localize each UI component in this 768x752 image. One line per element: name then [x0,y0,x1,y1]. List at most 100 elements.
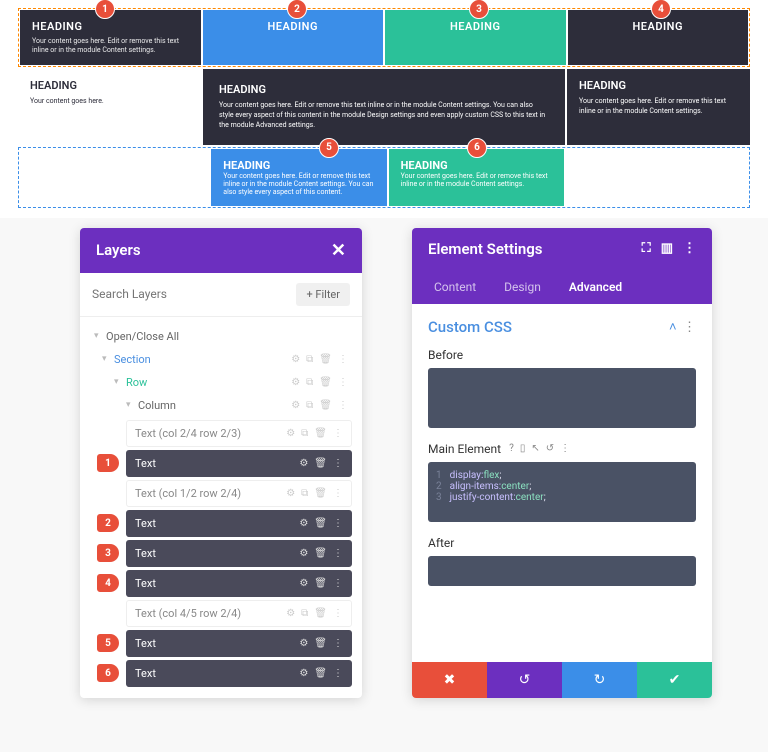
grid-cell-right[interactable]: HEADINGYour content goes here. Edit or r… [567,69,750,144]
trash-icon: 🗑 [319,377,332,388]
row-actions[interactable]: ⚙🗑⋮ [299,548,343,559]
chevron-up-icon[interactable]: ˄ [669,320,677,335]
text-item[interactable]: 6Text⚙🗑⋮ [126,660,352,687]
body-text: Your content goes here. Edit or remove t… [32,37,189,55]
tab-design[interactable]: Design [490,270,555,304]
redo-button[interactable]: ↻ [562,662,637,698]
row-actions[interactable]: ⚙⧉🗑⋮ [291,354,348,365]
row-actions[interactable]: ⚙🗑⋮ [299,638,343,649]
column-icon[interactable]: ▥ [661,241,673,256]
more-icon: ⋮ [333,458,343,469]
tree-section[interactable]: ▾Section⚙⧉🗑⋮ [90,348,352,371]
panel-title: Layers [96,241,141,259]
more-icon: ⋮ [338,400,348,411]
tree-row[interactable]: ▾Row⚙⧉🗑⋮ [90,371,352,394]
main-code-box[interactable]: 1display:flex; 2align-items:center; 3jus… [428,462,696,522]
heading: HEADING [219,83,549,96]
body-text: Your content goes here. Edit or remove t… [401,172,552,188]
mobile-icon[interactable]: ▯ [520,443,526,454]
text-item[interactable]: Text (col 4/5 row 2/4)⚙⧉🗑⋮ [126,600,352,627]
after-code-box[interactable] [428,556,696,586]
more-icon: ⋮ [333,428,343,439]
row-actions[interactable]: ⚙ 🗑 ⋮ [299,668,343,679]
text-item[interactable]: 1Text⚙🗑⋮ [126,450,352,477]
more-icon: ⋮ [338,377,348,388]
row-actions[interactable]: ⚙⧉🗑⋮ [286,608,343,619]
undo-button[interactable]: ↺ [487,662,562,698]
help-icon[interactable]: ? [509,443,514,454]
expand-icon[interactable]: ⛶ [642,241,651,256]
hover-icon[interactable]: ↖ [531,443,539,454]
gear-icon: ⚙ [299,638,308,649]
gear-icon: ⚙ [299,668,308,679]
body-text: Your content goes here. Edit or remove t… [223,172,374,196]
row-actions[interactable]: ⚙⧉🗑⋮ [286,428,343,439]
before-code-box[interactable] [428,368,696,428]
more-icon[interactable]: ⋮ [560,443,570,454]
more-icon[interactable]: ⋮ [683,320,696,335]
grid-cell-left[interactable]: HEADINGYour content goes here. [18,69,201,144]
tab-advanced[interactable]: Advanced [555,270,636,304]
copy-icon: ⧉ [301,428,308,439]
action-bar: ✖ ↺ ↻ ✔ [412,662,712,698]
text-item[interactable]: 5Text⚙🗑⋮ [126,630,352,657]
more-icon: ⋮ [333,578,343,589]
heading: HEADING [580,20,737,33]
cancel-button[interactable]: ✖ [412,662,487,698]
item-label: Text [135,577,299,590]
css-section-header[interactable]: Custom CSS ˄ ⋮ [428,318,696,336]
row-badge: 6 [97,664,119,682]
css-body: Custom CSS ˄ ⋮ Before Main Element ? ▯ ↖… [412,304,712,614]
save-button[interactable]: ✔ [637,662,712,698]
more-icon: ⋮ [333,548,343,559]
gear-icon: ⚙ [299,548,308,559]
row-actions[interactable]: ⚙⧉🗑⋮ [291,400,348,411]
copy-icon: ⧉ [306,400,313,411]
search-row: + Filter [80,273,362,317]
gear-icon: ⚙ [286,428,295,439]
reset-icon[interactable]: ↺ [546,443,554,454]
annotation-badge-1: 1 [95,0,115,19]
copy-icon: ⧉ [301,608,308,619]
heading: HEADING [30,79,189,92]
trash-icon: 🗑 [314,488,327,499]
layers-header: Layers ✕ [80,228,362,273]
before-label: Before [428,348,696,362]
row-actions[interactable]: ⚙🗑⋮ [299,518,343,529]
text-item[interactable]: Text (col 1/2 row 2/4)⚙⧉🗑⋮ [126,480,352,507]
text-item[interactable]: Text (col 2/4 row 2/3)⚙⧉🗑⋮ [126,420,352,447]
gear-icon: ⚙ [291,377,300,388]
row-badge: 1 [97,454,119,472]
tree-column[interactable]: ▾Column⚙⧉🗑⋮ [90,394,352,417]
row-actions[interactable]: ⚙⧉🗑⋮ [291,377,348,388]
row-actions[interactable]: ⚙🗑⋮ [299,458,343,469]
grid-cell-5[interactable]: HEADINGYour content goes here. Edit or r… [211,149,386,206]
open-close-all[interactable]: ▾Open/Close All [90,325,352,348]
gear-icon: ⚙ [299,518,308,529]
trash-icon: 🗑 [314,578,327,589]
layers-tree: ▾Open/Close All ▾Section⚙⧉🗑⋮ ▾Row⚙⧉🗑⋮ ▾C… [80,317,362,698]
close-icon[interactable]: ✕ [331,240,346,261]
text-item[interactable]: 4Text⚙🗑⋮ [126,570,352,597]
gear-icon: ⚙ [299,458,308,469]
more-icon: ⋮ [333,668,343,679]
annotation-badge-4: 4 [651,0,671,19]
tab-content[interactable]: Content [420,270,490,304]
filter-button[interactable]: + Filter [296,283,350,306]
annotation-badge-2: 2 [287,0,307,19]
grid-cell-1[interactable]: HEADINGYour content goes here. Edit or r… [20,10,201,65]
main-element-label: Main Element ? ▯ ↖ ↺ ⋮ [428,442,696,456]
row-badge: 2 [97,514,119,532]
body-text: Your content goes here. Edit or remove t… [219,101,549,130]
item-label: Text [135,457,299,470]
row-actions[interactable]: ⚙🗑⋮ [299,578,343,589]
text-item[interactable]: 2Text⚙🗑⋮ [126,510,352,537]
trash-icon: 🗑 [314,668,327,679]
more-icon[interactable]: ⋮ [683,241,696,256]
grid-cell-mid[interactable]: HEADING Your content goes here. Edit or r… [203,69,565,144]
grid-row-1: 1 2 3 4 HEADINGYour content goes here. E… [18,8,750,67]
panel-title: Element Settings [428,240,543,258]
row-actions[interactable]: ⚙⧉🗑⋮ [286,488,343,499]
search-input[interactable] [92,283,288,306]
text-item[interactable]: 3Text⚙🗑⋮ [126,540,352,567]
